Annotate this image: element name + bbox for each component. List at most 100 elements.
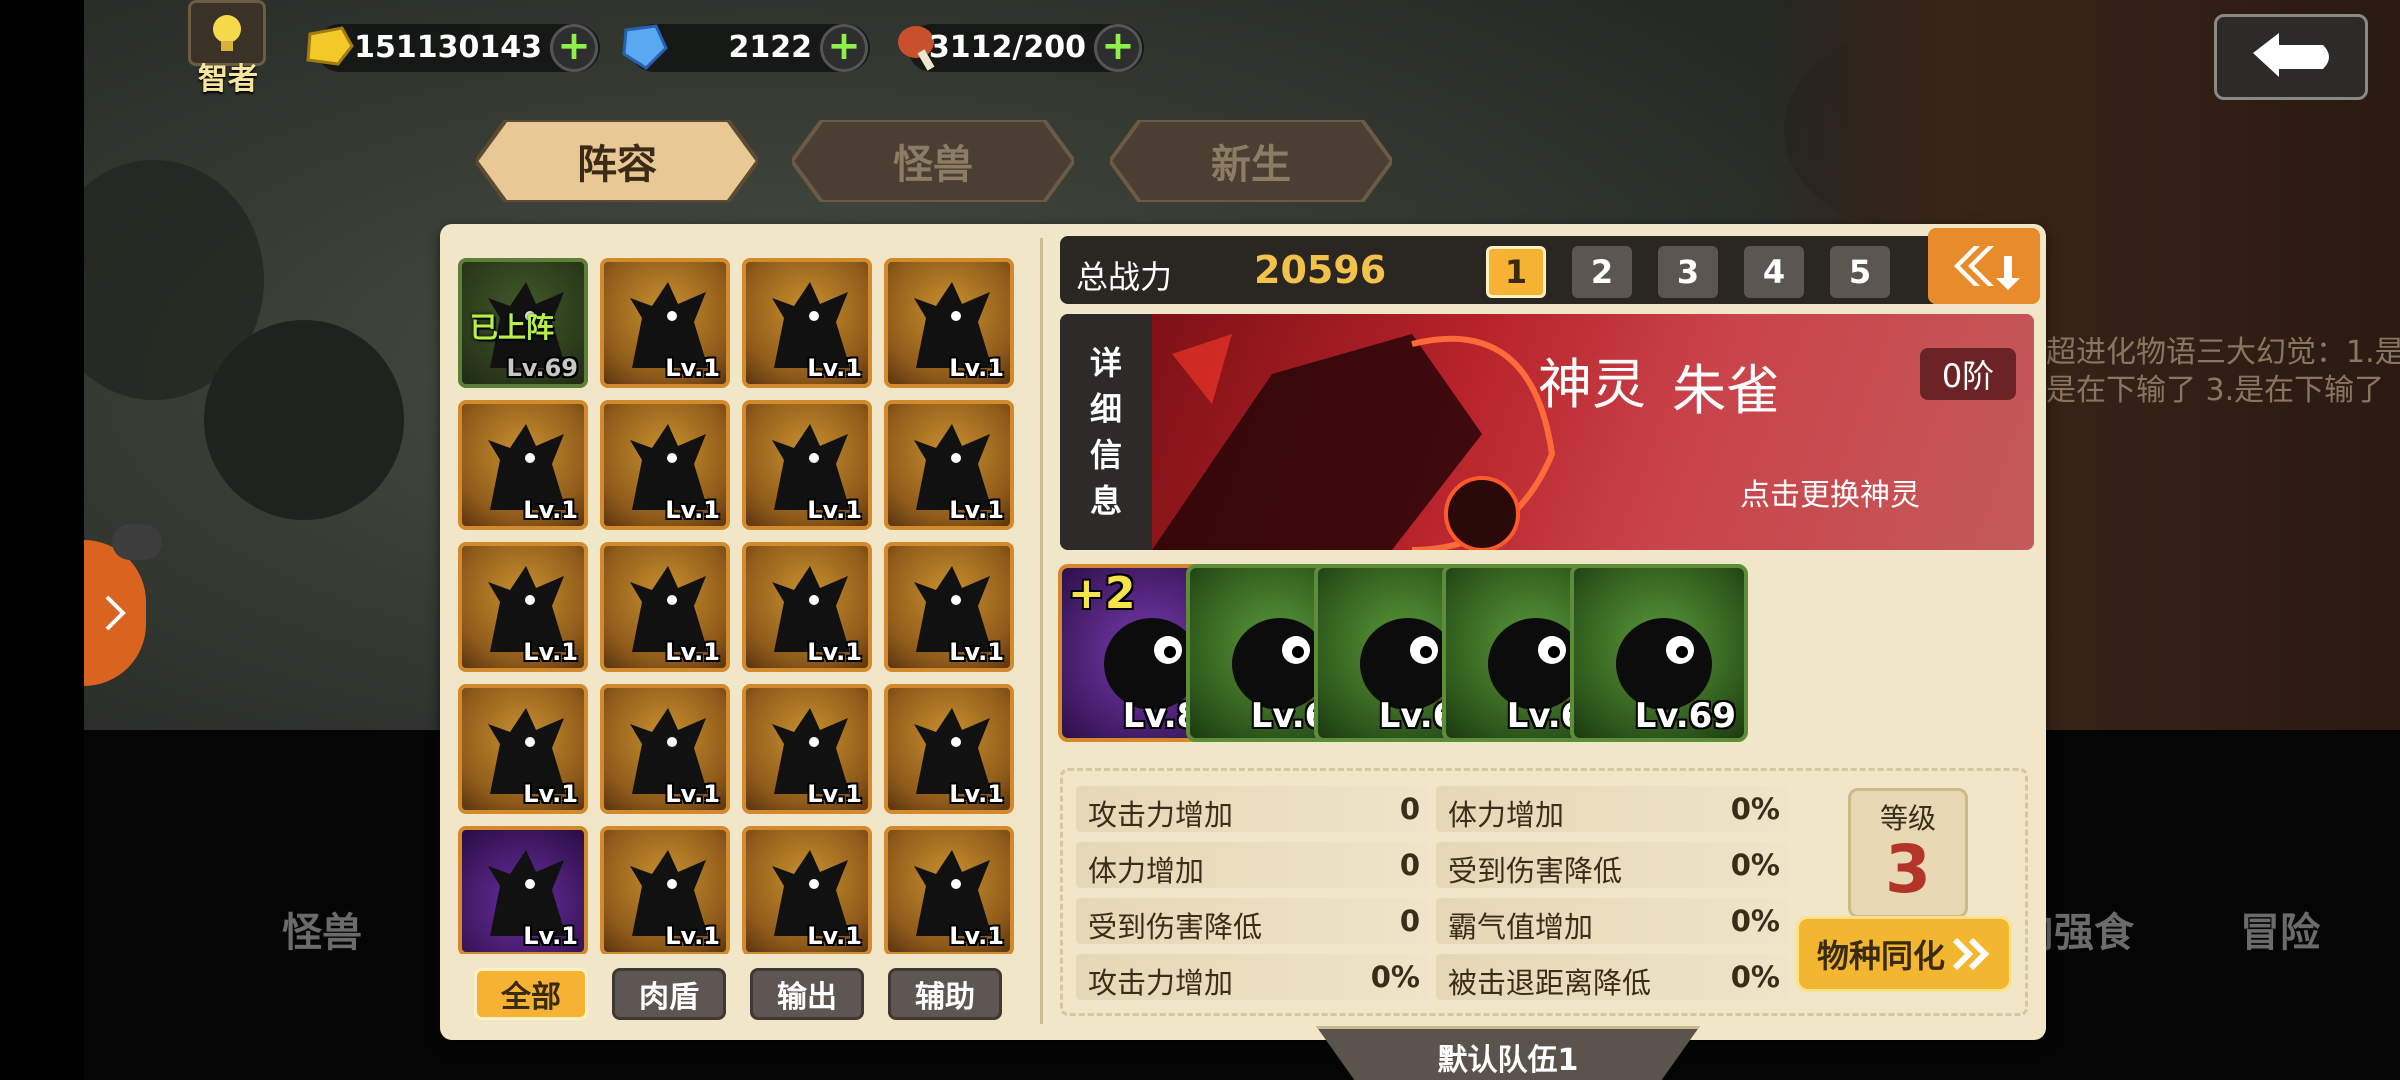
stat-label: 霸气值增加 <box>1448 910 1594 944</box>
add-gold-button[interactable]: + <box>550 24 598 72</box>
monster-card[interactable]: Lv.1 <box>884 258 1014 388</box>
filter-label: 辅助 <box>915 980 975 1015</box>
monster-card[interactable]: Lv.1 <box>600 258 730 388</box>
filter-damage-button[interactable]: 输出 <box>750 968 864 1020</box>
tab-monsters[interactable]: 怪兽 <box>792 120 1074 202</box>
team-slot-5[interactable]: 5 <box>1830 246 1890 298</box>
stat-value: 0 <box>1399 904 1420 938</box>
tab-rebirth[interactable]: 新生 <box>1110 120 1392 202</box>
tab-label: 怪兽 <box>893 142 973 188</box>
team-member-slot[interactable]: Lv.69 <box>1570 564 1748 742</box>
detail-char: 详 <box>1089 344 1122 382</box>
news-ticker: 超进化物语三大幻觉：1.是 是在下输了 3.是在下输了 <box>2046 334 2400 410</box>
monster-level: Lv.1 <box>665 496 720 524</box>
spirit-name: 朱雀 <box>1672 359 1780 422</box>
level-value: 3 <box>1885 831 1931 908</box>
monster-card[interactable]: Lv.1 <box>742 684 872 814</box>
monster-level: Lv.1 <box>523 638 578 666</box>
rank-badge[interactable]: 智者 <box>188 0 268 97</box>
stat-value: 0% <box>1730 904 1780 938</box>
nav-monsters[interactable]: 怪兽 <box>282 900 362 958</box>
stat-value: 0% <box>1730 792 1780 826</box>
gold-value: 151130143 <box>354 30 542 65</box>
stat-value: 0 <box>1399 792 1420 826</box>
team-slot-4[interactable]: 4 <box>1744 246 1804 298</box>
monster-level: Lv.1 <box>665 780 720 808</box>
team-name-tab[interactable]: 默认队伍1 <box>1316 1026 1700 1080</box>
monster-level: Lv.1 <box>949 780 1004 808</box>
stat-row: 受到伤害降低 0 <box>1076 898 1428 944</box>
monster-level: Lv.1 <box>665 638 720 666</box>
monster-card[interactable]: Lv.1 <box>742 400 872 530</box>
species-sync-button[interactable]: 物种同化 <box>1796 916 2012 992</box>
gem-value: 2122 <box>728 30 813 65</box>
stat-label: 受到伤害降低 <box>1088 910 1263 944</box>
monster-card[interactable]: Lv.1 <box>458 684 588 814</box>
team-slot-1[interactable]: 1 <box>1486 246 1546 298</box>
tab-label: 新生 <box>1211 142 1291 188</box>
add-meat-button[interactable]: + <box>1094 24 1142 72</box>
team-slot-label: 4 <box>1762 253 1786 291</box>
stat-row: 被击退距离降低 0% <box>1436 954 1788 1000</box>
monster-card[interactable]: Lv.1 <box>458 400 588 530</box>
team-slot-2[interactable]: 2 <box>1572 246 1632 298</box>
monster-grid[interactable]: 已上阵 Lv.69 Lv.1 Lv.1 Lv.1 Lv.1 Lv.1 Lv.1 Lv.1 Lv.1… <box>458 238 1028 954</box>
detail-char: 信 <box>1089 436 1122 474</box>
monster-card[interactable]: Lv.1 <box>884 542 1014 672</box>
sort-button[interactable] <box>1928 228 2040 304</box>
gold-icon <box>306 26 354 66</box>
monster-card[interactable]: Lv.1 <box>600 400 730 530</box>
chat-icon[interactable] <box>112 524 162 560</box>
monster-level: Lv.1 <box>807 638 862 666</box>
stat-row: 攻击力增加 0 <box>1076 786 1428 832</box>
bonus-label: +2 <box>1068 568 1136 619</box>
chevron-right-icon <box>105 595 126 631</box>
plus-icon: + <box>1101 23 1135 69</box>
stat-label: 攻击力增加 <box>1088 966 1234 1000</box>
monster-card[interactable]: Lv.1 <box>742 826 872 954</box>
stat-label: 受到伤害降低 <box>1448 854 1623 888</box>
monster-card[interactable]: Lv.1 <box>742 258 872 388</box>
monster-card[interactable]: Lv.1 <box>458 826 588 954</box>
team-slot-label: 2 <box>1590 253 1614 291</box>
detail-char: 息 <box>1089 482 1122 520</box>
monster-card[interactable]: Lv.1 <box>884 826 1014 954</box>
filter-support-button[interactable]: 辅助 <box>888 968 1002 1020</box>
spirit-tier-label: 0阶 <box>1941 357 1995 395</box>
monster-grid-inner: 已上阵 Lv.69 Lv.1 Lv.1 Lv.1 Lv.1 Lv.1 Lv.1 Lv.1 Lv.1… <box>458 258 1014 954</box>
back-button[interactable] <box>2214 14 2368 100</box>
monster-card[interactable]: 已上阵 Lv.69 <box>458 258 588 388</box>
monster-level: Lv.1 <box>949 354 1004 382</box>
monster-card[interactable]: Lv.1 <box>458 542 588 672</box>
team-name: 默认队伍1 <box>1437 1043 1579 1078</box>
monster-card[interactable]: Lv.1 <box>600 826 730 954</box>
nav-adventure[interactable]: 冒险 <box>2240 900 2320 958</box>
stat-label: 攻击力增加 <box>1088 798 1234 832</box>
filter-label: 全部 <box>501 980 561 1015</box>
monster-card[interactable]: Lv.1 <box>600 684 730 814</box>
monster-card[interactable]: Lv.1 <box>742 542 872 672</box>
monster-card[interactable]: Lv.1 <box>600 542 730 672</box>
monster-card[interactable]: Lv.1 <box>884 400 1014 530</box>
stat-row: 霸气值增加 0% <box>1436 898 1788 944</box>
power-value: 20596 <box>1254 248 1387 292</box>
monster-card[interactable]: Lv.1 <box>884 684 1014 814</box>
detail-info-button[interactable]: 详 细 信 息 <box>1060 314 1152 550</box>
deployed-label: 已上阵 <box>470 311 555 344</box>
sort-arrows-icon <box>1954 246 2020 290</box>
monster-level: Lv.1 <box>807 496 862 524</box>
double-chevron-icon <box>1952 937 1990 971</box>
filter-label: 肉盾 <box>639 980 699 1015</box>
gold-counter: 151130143 + <box>306 24 600 72</box>
filter-all-button[interactable]: 全部 <box>474 968 588 1020</box>
stat-label: 被击退距离降低 <box>1448 966 1652 1000</box>
change-spirit-hint: 点击更换神灵 <box>1740 478 1920 513</box>
team-slot-3[interactable]: 3 <box>1658 246 1718 298</box>
filter-label: 输出 <box>777 980 837 1015</box>
news-line: 是在下输了 3.是在下输了 <box>2046 373 2385 408</box>
add-gem-button[interactable]: + <box>820 24 868 72</box>
filter-tank-button[interactable]: 肉盾 <box>612 968 726 1020</box>
monster-level: Lv.69 <box>506 354 579 382</box>
tab-lineup[interactable]: 阵容 <box>476 120 758 202</box>
member-level: Lv.69 <box>1634 696 1736 736</box>
